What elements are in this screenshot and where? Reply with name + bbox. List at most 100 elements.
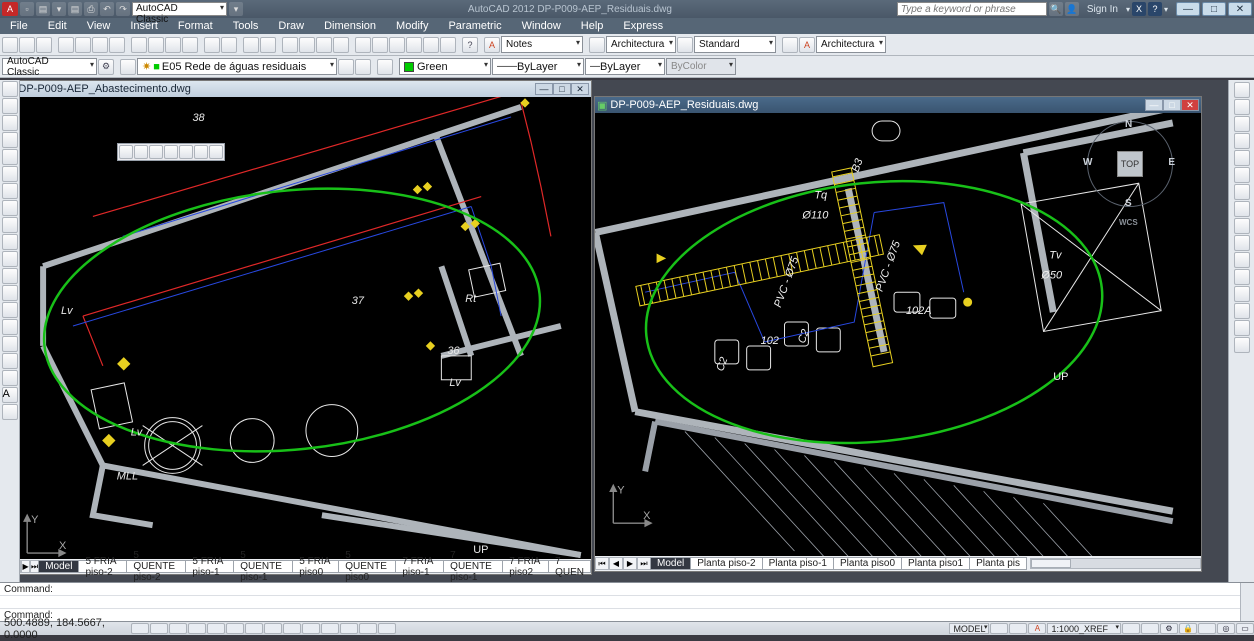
menu-view[interactable]: View bbox=[77, 18, 121, 34]
tp-icon[interactable] bbox=[389, 37, 405, 53]
props-icon[interactable] bbox=[355, 37, 371, 53]
workspace2-dropdown[interactable]: AutoCAD Classic bbox=[2, 58, 97, 75]
pan-icon[interactable] bbox=[282, 37, 298, 53]
layout-tab[interactable]: Planta piso0 bbox=[833, 557, 902, 570]
ws-gear-icon[interactable]: ▾ bbox=[229, 2, 243, 16]
user-icon[interactable]: 👤 bbox=[1065, 2, 1079, 16]
join-icon[interactable] bbox=[1234, 286, 1250, 302]
qview-layouts-icon[interactable] bbox=[990, 623, 1008, 634]
exchange-icon[interactable]: X bbox=[1132, 2, 1146, 16]
layout-tab[interactable]: 7 FRIA piso-1 bbox=[395, 560, 444, 573]
mtext-icon[interactable]: A bbox=[2, 387, 18, 403]
gradient-icon[interactable] bbox=[2, 336, 18, 352]
layout-tab[interactable]: Planta piso-2 bbox=[690, 557, 762, 570]
vp6-icon[interactable] bbox=[194, 145, 208, 159]
layout-tab[interactable]: 5 QUENTE piso0 bbox=[338, 560, 396, 573]
layout-tab[interactable]: 5 FRIA piso0 bbox=[292, 560, 339, 573]
polar-toggle[interactable] bbox=[188, 623, 206, 634]
menu-express[interactable]: Express bbox=[613, 18, 673, 34]
print-icon[interactable] bbox=[58, 37, 74, 53]
app-logo-icon[interactable]: A bbox=[2, 2, 18, 16]
annot-vis-icon[interactable] bbox=[1122, 623, 1140, 634]
tab-last-icon[interactable]: ⏭ bbox=[637, 557, 651, 570]
3dosnap-toggle[interactable] bbox=[226, 623, 244, 634]
hatch-icon[interactable] bbox=[2, 319, 18, 335]
qp-toggle[interactable] bbox=[340, 623, 358, 634]
layout-tab[interactable]: 5 QUENTE piso-1 bbox=[233, 560, 293, 573]
zoom-prev-icon[interactable] bbox=[333, 37, 349, 53]
viewcube-s[interactable]: S bbox=[1125, 198, 1132, 209]
plot-icon[interactable]: ⎙ bbox=[84, 2, 98, 16]
lwt-toggle[interactable] bbox=[302, 623, 320, 634]
viewcube-wcs[interactable]: WCS bbox=[1119, 218, 1138, 227]
win-close-icon[interactable]: ✕ bbox=[571, 83, 589, 95]
saveas-icon[interactable]: ▤ bbox=[68, 2, 82, 16]
hardware-accel-icon[interactable] bbox=[1198, 623, 1216, 634]
menu-edit[interactable]: Edit bbox=[38, 18, 77, 34]
undo2-icon[interactable] bbox=[243, 37, 259, 53]
menu-file[interactable]: File bbox=[0, 18, 38, 34]
layout-tab[interactable]: 5 FRIA piso-2 bbox=[78, 560, 127, 573]
array-icon[interactable] bbox=[1234, 150, 1250, 166]
region-icon[interactable] bbox=[2, 353, 18, 369]
workspace-dropdown[interactable]: AutoCAD Classic bbox=[132, 2, 227, 16]
dc-icon[interactable] bbox=[372, 37, 388, 53]
win-max-icon[interactable]: □ bbox=[1163, 99, 1181, 111]
table-icon[interactable] bbox=[2, 370, 18, 386]
ortho-toggle[interactable] bbox=[169, 623, 187, 634]
viewcube[interactable]: TOP N S E W WCS bbox=[1087, 121, 1173, 207]
layout-tab[interactable]: Planta piso-1 bbox=[762, 557, 834, 570]
sc-toggle[interactable] bbox=[359, 623, 377, 634]
vp2-icon[interactable] bbox=[134, 145, 148, 159]
save-icon[interactable]: ▾ bbox=[52, 2, 66, 16]
window-title-left[interactable]: ▣ DP-P009-AEP_Abastecimento.dwg — □ ✕ bbox=[3, 81, 591, 97]
viewcube-top[interactable]: TOP bbox=[1117, 151, 1143, 177]
dyn-toggle[interactable] bbox=[283, 623, 301, 634]
win-close-icon[interactable]: ✕ bbox=[1181, 99, 1199, 111]
revcloud-icon[interactable] bbox=[2, 200, 18, 216]
block-icon[interactable] bbox=[204, 37, 220, 53]
xline-icon[interactable] bbox=[2, 98, 18, 114]
undo-icon[interactable]: ↶ bbox=[100, 2, 114, 16]
tab-prev-icon[interactable]: ◀ bbox=[609, 557, 623, 570]
color-dropdown[interactable]: Green bbox=[399, 58, 491, 75]
menu-parametric[interactable]: Parametric bbox=[438, 18, 511, 34]
menu-tools[interactable]: Tools bbox=[223, 18, 269, 34]
cleanscreen-icon[interactable]: ▭ bbox=[1236, 623, 1254, 634]
save2-icon[interactable] bbox=[36, 37, 52, 53]
toolbar-lock-icon[interactable]: 🔒 bbox=[1179, 623, 1197, 634]
tab-next-icon[interactable]: ▶ bbox=[21, 560, 30, 573]
vp1-icon[interactable] bbox=[119, 145, 133, 159]
layer-state-icon[interactable] bbox=[355, 59, 371, 75]
text-style-dropdown[interactable]: Architectura bbox=[606, 36, 676, 53]
menu-format[interactable]: Format bbox=[168, 18, 223, 34]
layer-prev-icon[interactable] bbox=[338, 59, 354, 75]
stretch-icon[interactable] bbox=[1234, 218, 1250, 234]
ellipse-icon[interactable] bbox=[2, 234, 18, 250]
pline-icon[interactable] bbox=[2, 115, 18, 131]
zoom-win-icon[interactable] bbox=[316, 37, 332, 53]
redo-icon[interactable]: ↷ bbox=[116, 2, 130, 16]
layout-tab[interactable]: 7 FRIA piso2 bbox=[502, 560, 549, 573]
linetype-dropdown[interactable]: —— ByLayer bbox=[492, 58, 584, 75]
spline-icon[interactable] bbox=[2, 217, 18, 233]
copy-icon[interactable] bbox=[148, 37, 164, 53]
mleader-style-dropdown[interactable]: Architectura bbox=[816, 36, 886, 53]
explode-icon[interactable] bbox=[1234, 337, 1250, 353]
maximize-button[interactable]: □ bbox=[1202, 2, 1226, 16]
layout-tab[interactable]: Planta piso1 bbox=[901, 557, 970, 570]
isolate-icon[interactable]: ◎ bbox=[1217, 623, 1235, 634]
line-icon[interactable] bbox=[2, 81, 18, 97]
insert2-icon[interactable] bbox=[2, 268, 18, 284]
rect-icon[interactable] bbox=[2, 149, 18, 165]
tab-first-icon[interactable]: ⏮ bbox=[595, 557, 609, 570]
trim-icon[interactable] bbox=[1234, 235, 1250, 251]
layout-tab[interactable]: 7 QUEN bbox=[548, 560, 591, 573]
viewcube-w[interactable]: W bbox=[1083, 157, 1092, 168]
mirror-icon[interactable] bbox=[1234, 116, 1250, 132]
coordinates-readout[interactable]: 500.4889, 184.5667, 0.0000 bbox=[0, 617, 130, 641]
annot-icon[interactable]: A bbox=[484, 37, 500, 53]
markup-icon[interactable] bbox=[423, 37, 439, 53]
erase-icon[interactable] bbox=[1234, 82, 1250, 98]
block2-icon[interactable] bbox=[221, 37, 237, 53]
